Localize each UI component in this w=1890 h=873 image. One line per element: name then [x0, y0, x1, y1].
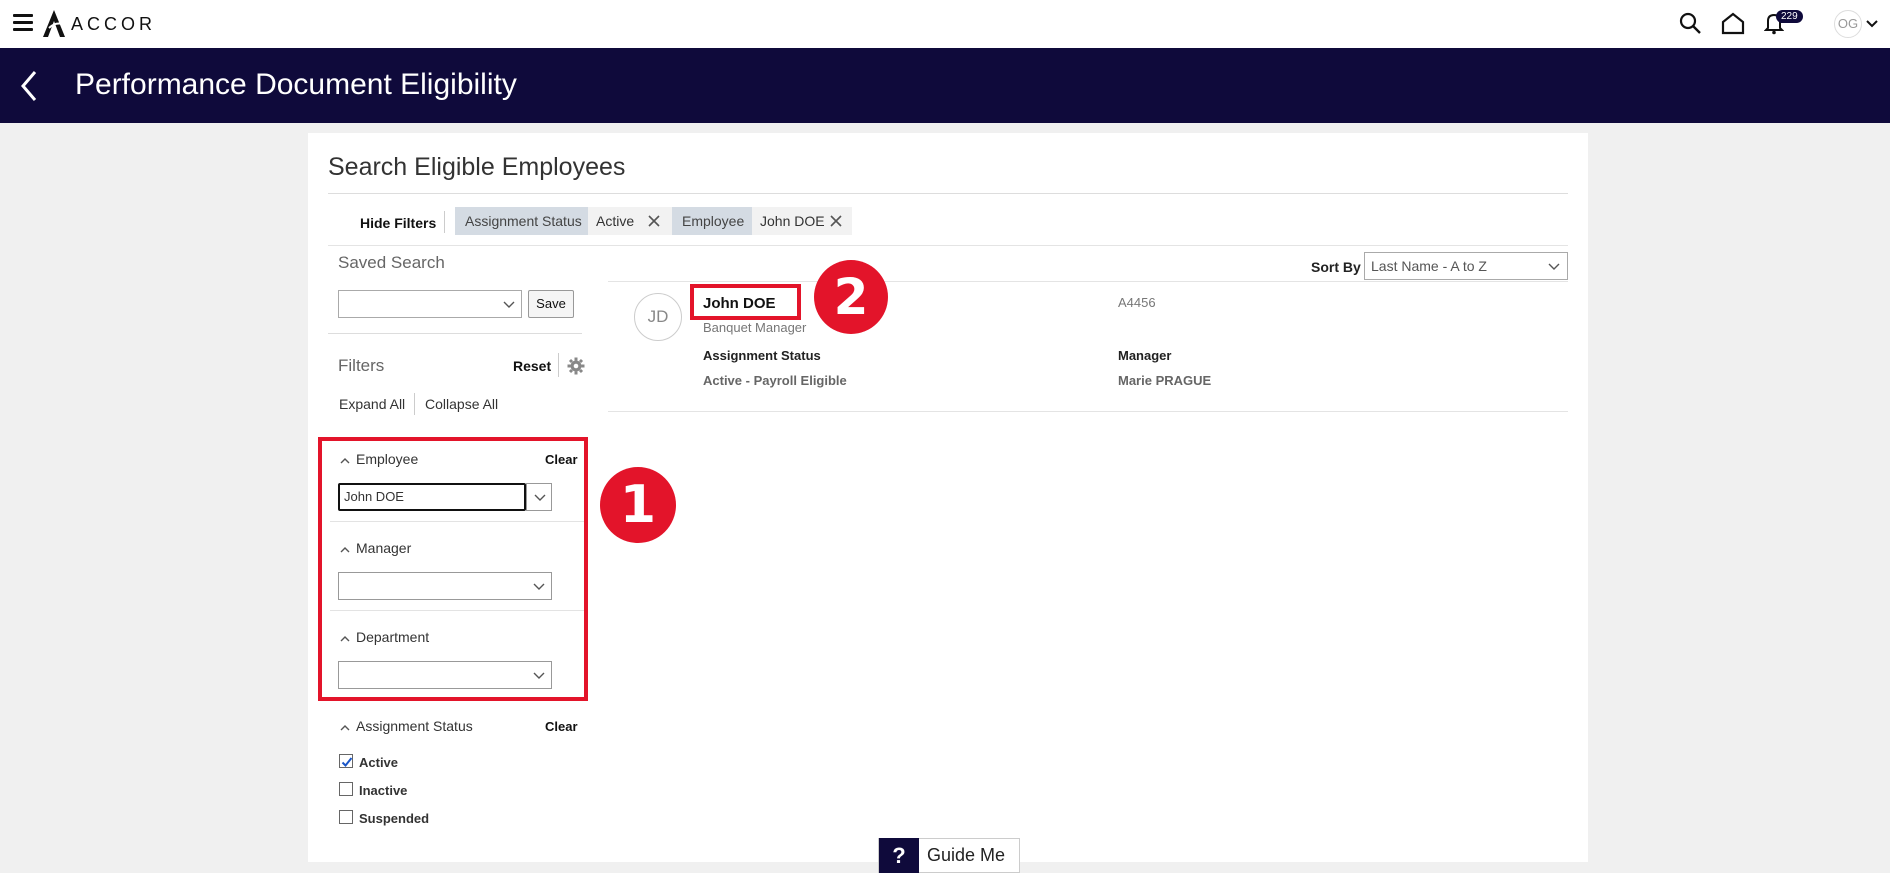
divider: [328, 245, 1568, 246]
home-icon[interactable]: [1720, 11, 1746, 35]
employee-id: A4456: [1118, 295, 1156, 310]
chevron-down-icon: [503, 301, 515, 308]
assignment-status-label: Assignment Status: [703, 348, 821, 363]
divider: [414, 393, 415, 415]
sort-by-label: Sort By: [1311, 259, 1361, 275]
gear-icon[interactable]: [567, 357, 585, 375]
accor-logo[interactable]: ACCOR: [41, 8, 156, 38]
manager-value: Marie PRAGUE: [1118, 373, 1212, 388]
top-bar: ACCOR 229 OG: [0, 0, 1890, 48]
assignment-status-filter-label: Assignment Status: [356, 718, 473, 734]
page-title: Performance Document Eligibility: [75, 68, 517, 101]
assignment-status-value: Active - Payroll Eligible: [703, 373, 847, 388]
user-avatar[interactable]: OG: [1834, 10, 1862, 38]
back-arrow-icon[interactable]: [20, 70, 38, 102]
remove-chip-icon[interactable]: [646, 213, 662, 229]
expand-all-link[interactable]: Expand All: [339, 396, 405, 412]
accor-logo-mark-icon: [43, 10, 65, 37]
chevron-up-icon: [340, 724, 350, 731]
manager-label: Manager: [1118, 348, 1172, 363]
chip-assignment-status-key: Assignment Status: [455, 207, 592, 235]
chip-employee-key: Employee: [672, 207, 755, 235]
search-card: Search Eligible Employees Hide Filters A…: [308, 133, 1588, 862]
employee-avatar: JD: [634, 293, 682, 341]
employee-job-title: Banquet Manager: [703, 320, 807, 335]
remove-chip-icon[interactable]: [828, 213, 844, 229]
divider: [328, 333, 582, 334]
checkmark-icon: [341, 757, 353, 767]
page-header: Performance Document Eligibility: [0, 48, 1890, 123]
saved-search-select[interactable]: [338, 290, 522, 318]
sort-by-select[interactable]: Last Name - A to Z: [1364, 252, 1568, 280]
divider: [444, 211, 445, 233]
menu-icon[interactable]: [13, 14, 33, 31]
step-marker-1: 1: [600, 467, 676, 543]
chevron-down-icon[interactable]: [1866, 20, 1878, 28]
logo-text: ACCOR: [71, 14, 157, 34]
collapse-all-link[interactable]: Collapse All: [425, 396, 498, 412]
saved-search-title: Saved Search: [338, 253, 445, 272]
active-checkbox[interactable]: [339, 754, 353, 768]
name-highlight-box: [690, 284, 801, 320]
suspended-checkbox[interactable]: [339, 810, 353, 824]
help-icon: ?: [879, 838, 919, 873]
inactive-checkbox-label: Inactive: [359, 783, 408, 798]
assignment-status-filter-header[interactable]: Assignment Status: [340, 718, 473, 734]
suspended-checkbox-label: Suspended: [359, 811, 430, 826]
notification-count-badge: 229: [1776, 10, 1803, 23]
divider: [328, 193, 1568, 194]
search-title: Search Eligible Employees: [328, 153, 626, 181]
hide-filters-link[interactable]: Hide Filters: [360, 215, 436, 231]
step-marker-2: 2: [814, 260, 888, 334]
search-icon[interactable]: [1678, 11, 1702, 35]
guide-me-button[interactable]: ? Guide Me: [878, 838, 1020, 873]
divider: [558, 353, 559, 377]
inactive-checkbox[interactable]: [339, 782, 353, 796]
filters-title: Filters: [338, 356, 385, 375]
reset-button[interactable]: Reset: [513, 358, 551, 374]
save-button[interactable]: Save: [528, 290, 574, 318]
chevron-down-icon: [1548, 263, 1560, 270]
filter-highlight-box: [318, 437, 588, 701]
divider: [608, 411, 1568, 412]
sort-by-value: Last Name - A to Z: [1371, 258, 1487, 274]
divider: [608, 281, 1568, 282]
clear-assignment-status-button[interactable]: Clear: [545, 719, 578, 734]
active-checkbox-label: Active: [359, 755, 399, 770]
guide-me-label: Guide Me: [927, 845, 1006, 865]
